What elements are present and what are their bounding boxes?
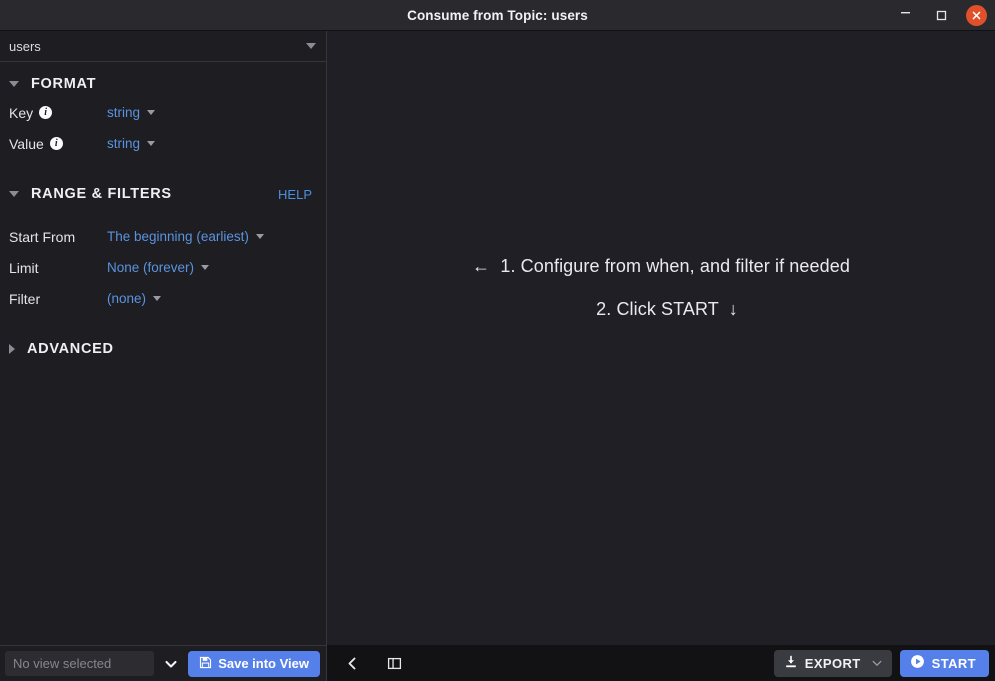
footer-actions: EXPORT START <box>773 649 989 677</box>
minimize-icon[interactable] <box>894 4 916 26</box>
chevron-down-icon <box>201 265 210 270</box>
window-controls <box>894 4 987 26</box>
maximize-icon[interactable] <box>930 4 952 26</box>
field-value-start-from[interactable]: The beginning (earliest) <box>107 229 264 244</box>
instruction-step-1: ← 1. Configure from when, and filter if … <box>472 256 850 276</box>
chevron-down-icon <box>147 110 156 115</box>
field-row-limit: Limit None (forever) <box>0 252 326 283</box>
save-icon <box>199 656 212 672</box>
field-value-start-from-text: The beginning (earliest) <box>107 229 249 244</box>
field-row-value: Value i string <box>0 128 326 159</box>
section-title-advanced: ADVANCED <box>27 341 114 357</box>
help-link[interactable]: HELP <box>278 187 312 202</box>
field-row-filter: Filter (none) <box>0 283 326 314</box>
play-circle-icon <box>910 654 925 672</box>
field-label-limit: Limit <box>9 259 39 276</box>
topic-selector[interactable]: users <box>0 31 326 62</box>
start-label: START <box>931 655 976 671</box>
save-into-view-label: Save into View <box>218 656 309 671</box>
info-icon[interactable]: i <box>49 137 63 150</box>
main-footer-toolbar: EXPORT START <box>327 645 995 681</box>
field-row-key: Key i string <box>0 97 326 128</box>
field-value-limit-text: None (forever) <box>107 260 195 275</box>
empty-state-instructions: ← 1. Configure from when, and filter if … <box>327 31 995 645</box>
section-title-format: FORMAT <box>31 76 97 92</box>
field-label-filter: Filter <box>9 290 41 307</box>
view-select-chevron-down-icon[interactable] <box>160 657 182 671</box>
topic-selector-value: users <box>9 38 41 54</box>
triangle-down-icon <box>9 81 19 87</box>
field-value-value-format-text: string <box>107 136 141 151</box>
section-title-range-filters: RANGE & FILTERS <box>31 186 172 202</box>
export-label: EXPORT <box>804 655 861 671</box>
download-icon <box>784 655 798 672</box>
back-chevron-left-icon[interactable] <box>339 650 365 676</box>
sidebar-sections: FORMAT Key i string Value i string RANGE… <box>0 62 326 645</box>
field-value-limit[interactable]: None (forever) <box>107 260 210 275</box>
window-title: Consume from Topic: users <box>407 7 588 23</box>
chevron-down-icon <box>255 234 264 239</box>
close-icon[interactable] <box>966 4 987 26</box>
view-select[interactable]: No view selected <box>5 651 155 676</box>
field-value-key-format-text: string <box>107 105 141 120</box>
start-button[interactable]: START <box>899 649 989 677</box>
field-value-value-format[interactable]: string <box>107 136 156 151</box>
instruction-step-2: 2. Click START ↓ <box>596 299 738 319</box>
window-body: users FORMAT Key i string Value i string… <box>0 31 995 681</box>
field-label-start-from: Start From <box>9 228 76 245</box>
consume-from-topic-window: Consume from Topic: users users FORMAT K… <box>0 0 995 681</box>
main-panel: ← 1. Configure from when, and filter if … <box>327 31 995 681</box>
field-value-key-format[interactable]: string <box>107 105 156 120</box>
save-into-view-button[interactable]: Save into View <box>188 650 320 677</box>
field-value-filter[interactable]: (none) <box>107 291 162 306</box>
chevron-down-icon <box>153 296 162 301</box>
field-value-filter-text: (none) <box>107 291 147 306</box>
section-header-advanced[interactable]: ADVANCED <box>0 336 326 362</box>
configuration-sidebar: users FORMAT Key i string Value i string… <box>0 31 327 681</box>
export-button[interactable]: EXPORT <box>773 649 892 677</box>
field-label-value: Value i <box>9 136 107 152</box>
window-titlebar: Consume from Topic: users <box>0 0 995 31</box>
field-row-start-from: Start From The beginning (earliest) <box>0 221 326 252</box>
chevron-down-icon <box>306 43 316 49</box>
export-chevron-down-icon[interactable] <box>868 657 883 669</box>
field-label-value-text: Value <box>9 135 44 152</box>
toggle-panel-icon[interactable] <box>381 650 407 676</box>
info-icon[interactable]: i <box>39 106 53 119</box>
chevron-down-icon <box>147 141 156 146</box>
field-label-key-text: Key <box>9 104 34 121</box>
sidebar-footer: No view selected Save into View <box>0 645 326 681</box>
triangle-down-icon <box>9 191 19 197</box>
field-label-key: Key i <box>9 105 107 121</box>
section-header-format[interactable]: FORMAT <box>0 71 326 97</box>
triangle-right-icon <box>9 344 15 354</box>
section-header-range-filters[interactable]: RANGE & FILTERS HELP <box>0 181 326 207</box>
